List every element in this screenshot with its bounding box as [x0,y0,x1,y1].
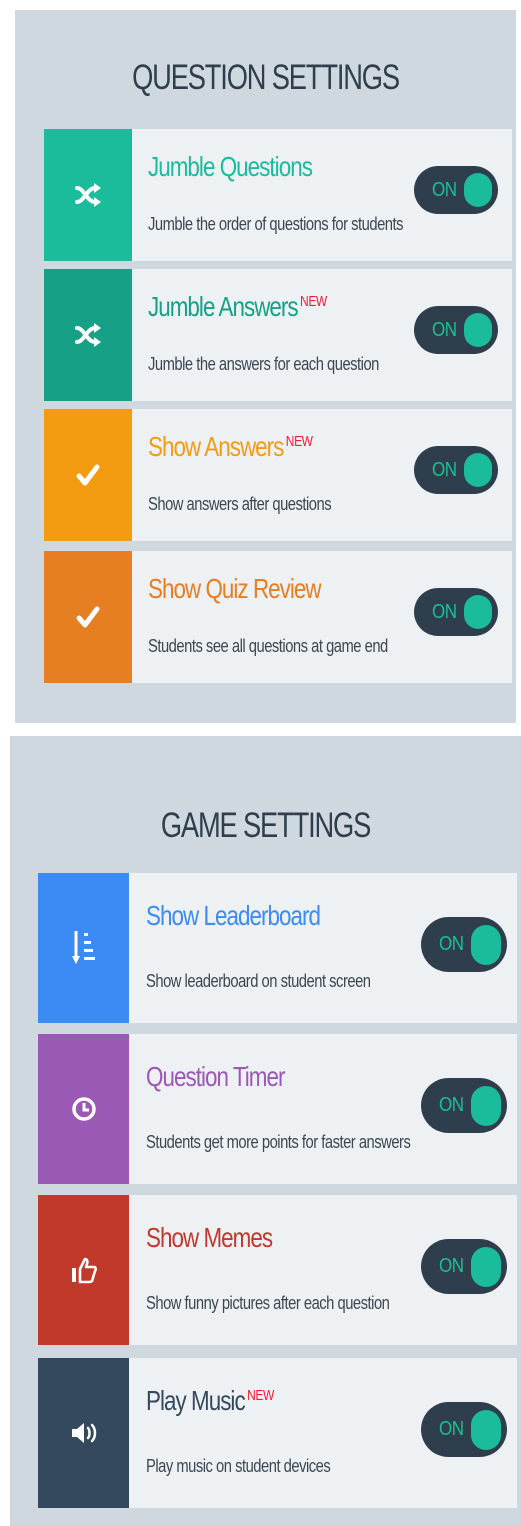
setting-row-play-music: Play Music NEW Play music on student devi… [38,1358,517,1508]
setting-description: Students see all questions at game end [148,636,388,656]
setting-row-question-timer: Question Timer Students get more points … [38,1034,517,1184]
setting-description: Show leaderboard on student screen [146,971,371,991]
new-badge: NEW [300,292,327,310]
setting-title: Show Quiz Review [148,573,322,604]
toggle-state-label: ON [432,458,457,481]
toggle-knob [464,173,492,207]
new-badge: NEW [285,432,313,450]
toggle-knob [464,313,492,347]
show-leaderboard-toggle[interactable]: ON [421,917,507,972]
speaker-icon [38,1358,129,1508]
thumbs-up-icon [38,1195,129,1345]
shuffle-icon [44,269,132,401]
toggle-state-label: ON [439,1094,464,1116]
setting-description: Jumble the answers for each question [148,354,379,374]
shuffle-icon [44,129,132,261]
game-settings-panel: GAME SETTINGS Show Leaderboard Show lead… [10,736,521,1526]
toggle-knob [464,453,492,487]
toggle-state-label: ON [432,318,457,341]
clock-icon [38,1034,129,1184]
toggle-knob [464,595,492,629]
setting-row-show-quiz-review: Show Quiz Review Students see all questi… [44,551,512,683]
leaderboard-icon [38,873,129,1023]
setting-title: Jumble Questions [148,151,313,182]
setting-description: Show answers after questions [148,494,332,514]
toggle-knob [471,1246,501,1287]
toggle-knob [471,1085,501,1126]
setting-row-jumble-questions: Jumble Questions Jumble the order of que… [44,129,512,261]
toggle-knob [471,924,501,965]
toggle-state-label: ON [439,933,464,955]
setting-title: Jumble Answers NEW [148,291,327,322]
check-icon [44,409,132,541]
setting-title: Show Leaderboard [146,900,321,931]
setting-row-show-leaderboard: Show Leaderboard Show leaderboard on stu… [38,873,517,1023]
play-music-toggle[interactable]: ON [421,1402,507,1457]
toggle-state-label: ON [432,600,457,623]
setting-title: Play Music NEW [146,1385,274,1416]
setting-description: Jumble the order of questions for studen… [148,214,404,234]
setting-description: Show funny pictures after each question [146,1293,390,1313]
toggle-state-label: ON [432,178,457,201]
setting-row-show-answers: Show Answers NEW Show answers after quest… [44,409,512,541]
setting-row-show-memes: Show Memes Show funny pictures after eac… [38,1195,517,1345]
toggle-state-label: ON [439,1255,464,1277]
setting-title: Show Memes [146,1222,273,1253]
jumble-answers-toggle[interactable]: ON [414,306,498,354]
jumble-questions-toggle[interactable]: ON [414,166,498,214]
show-answers-toggle[interactable]: ON [414,446,498,494]
check-icon [44,551,132,683]
question-timer-toggle[interactable]: ON [421,1078,507,1133]
toggle-state-label: ON [439,1418,464,1440]
question-settings-panel: QUESTION SETTINGS Jumble Questions Jumbl… [15,10,516,723]
show-quiz-review-toggle[interactable]: ON [414,588,498,636]
toggle-knob [471,1409,501,1450]
show-memes-toggle[interactable]: ON [421,1239,507,1294]
new-badge: NEW [247,1386,274,1404]
setting-description: Play music on student devices [146,1456,331,1476]
setting-title: Show Answers NEW [148,431,313,462]
setting-title: Question Timer [146,1061,285,1092]
setting-row-jumble-answers: Jumble Answers NEW Jumble the answers for… [44,269,512,401]
setting-description: Students get more points for faster answ… [146,1132,411,1152]
game-settings-title: GAME SETTINGS [160,806,371,845]
question-settings-title: QUESTION SETTINGS [132,58,400,97]
